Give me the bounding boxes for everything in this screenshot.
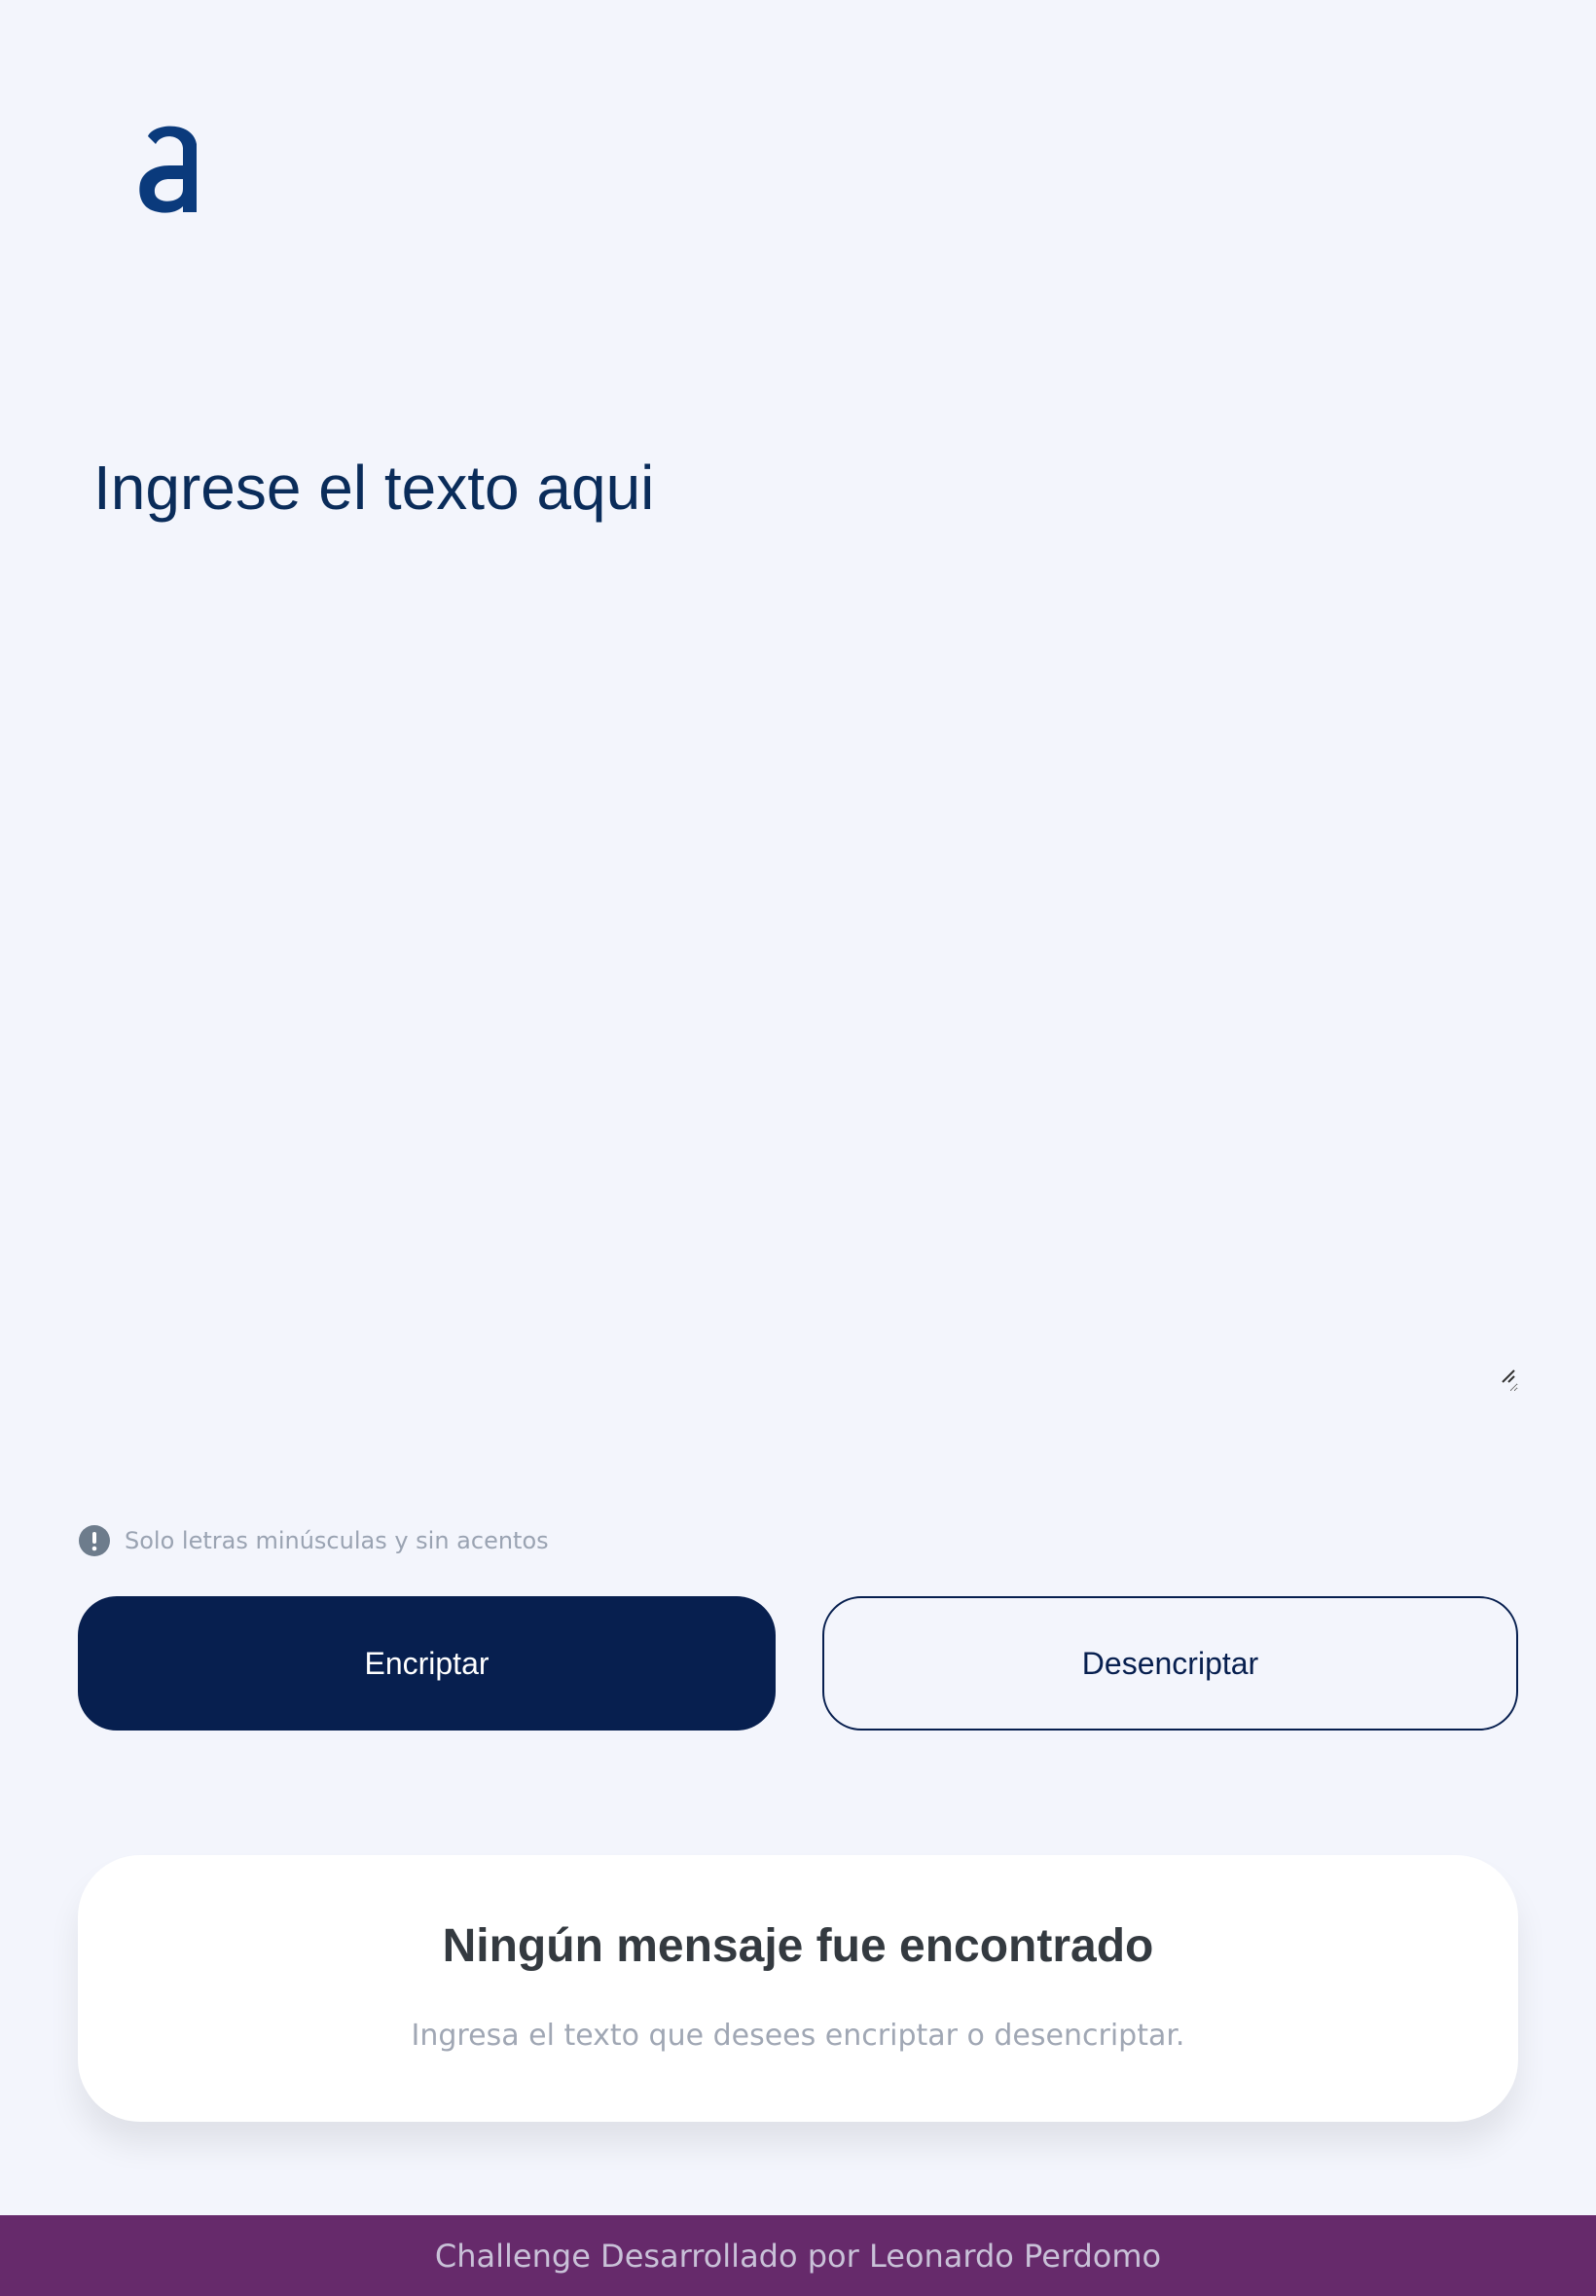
- footer-text: Challenge Desarrollado por Leonardo Perd…: [434, 2237, 1162, 2275]
- footer: Challenge Desarrollado por Leonardo Perd…: [0, 2215, 1596, 2296]
- exclamation-circle-icon: [79, 1525, 110, 1556]
- page: Solo letras minúsculas y sin acentos Enc…: [0, 0, 1596, 2296]
- encrypt-button[interactable]: Encriptar: [78, 1596, 776, 1731]
- result-subtitle: Ingresa el texto que desees encriptar o …: [411, 2019, 1185, 2053]
- message-input[interactable]: [78, 448, 1518, 1392]
- result-title: Ningún mensaje fue encontrado: [442, 1920, 1154, 1972]
- resize-handle-icon[interactable]: [1499, 1367, 1516, 1384]
- alura-logo: [139, 126, 197, 213]
- input-hint: Solo letras minúsculas y sin acentos: [78, 1524, 549, 1557]
- result-panel: Ningún mensaje fue encontrado Ingresa el…: [78, 1855, 1518, 2122]
- decrypt-button[interactable]: Desencriptar: [822, 1596, 1518, 1731]
- hint-text: Solo letras minúsculas y sin acentos: [125, 1527, 549, 1554]
